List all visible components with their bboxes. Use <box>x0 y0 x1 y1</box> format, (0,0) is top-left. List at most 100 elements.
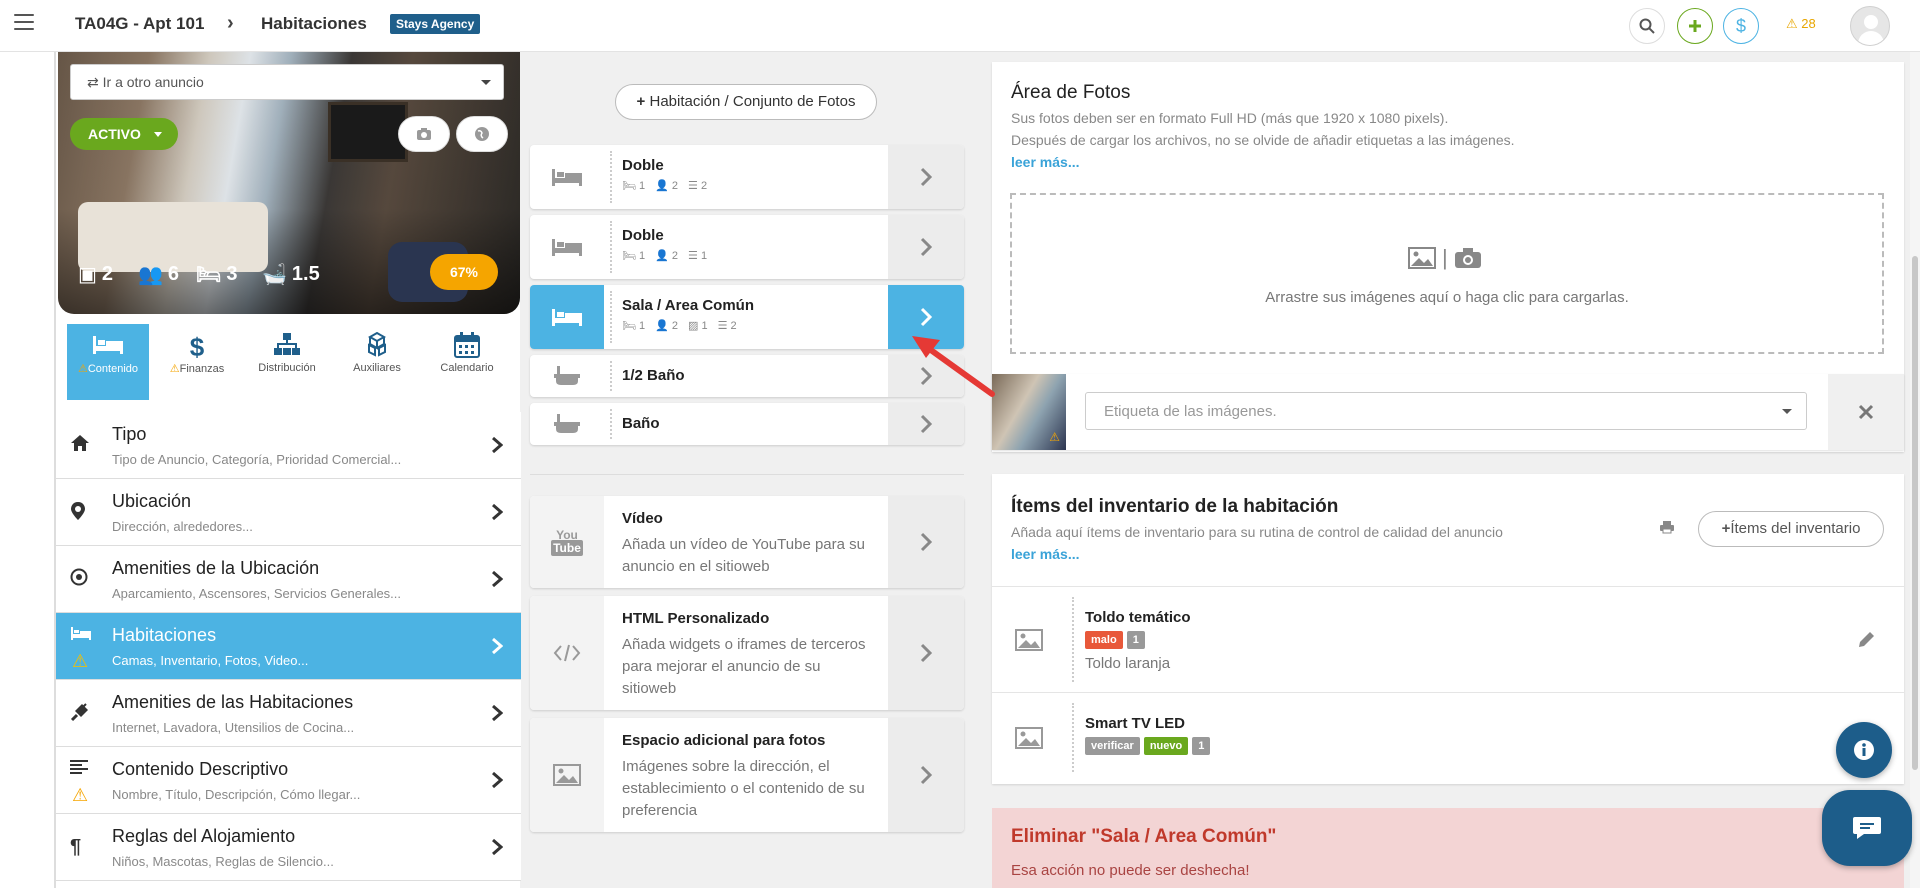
users-icon: 👥 <box>138 264 163 286</box>
room-item[interactable]: Doble 🛏 1 👤 2 ☰ 1 <box>530 215 964 279</box>
drag-handle[interactable] <box>610 221 614 273</box>
goto-listing-select[interactable]: ⇄ Ir a otro anuncio <box>70 64 504 100</box>
chevron-right-icon <box>491 503 504 526</box>
add-button[interactable] <box>1677 8 1713 44</box>
room-meta-beds: 🛏 1 <box>622 250 646 262</box>
open-room-button[interactable] <box>888 145 964 209</box>
module-tabs: ⚠Contenido $ ⚠Finanzas Distribución Auxi… <box>56 324 521 400</box>
photo-thumbnail[interactable]: ⚠ <box>992 374 1066 450</box>
bed-icon <box>552 239 582 256</box>
globe-icon <box>475 127 489 141</box>
inventory-item: Smart TV LED verificar nuevo 1 <box>992 692 1904 782</box>
photo-dropzone[interactable]: | Arrastre sus imágenes aquí o haga clic… <box>1010 193 1884 354</box>
tab-auxiliares[interactable]: Auxiliares <box>336 324 418 400</box>
image-tag-placeholder: Etiqueta de las imágenes. <box>1104 403 1277 420</box>
photos-read-more-link[interactable]: leer más... <box>1011 154 1080 170</box>
status-dropdown[interactable]: ACTIVO <box>70 118 178 150</box>
chevron-right-icon <box>920 167 933 187</box>
menu-item-contenido-descriptivo[interactable]: ⚠ Contenido Descriptivo Nombre, Título, … <box>56 747 521 814</box>
youtube-icon: You Tube <box>530 496 604 588</box>
bath-icon <box>554 414 580 433</box>
text-lines-icon <box>70 759 92 781</box>
hamburger-menu-icon[interactable] <box>14 14 34 30</box>
add-inventory-item-button[interactable]: +Ítems del inventario <box>1698 511 1884 547</box>
page-scrollbar[interactable] <box>1910 52 1920 888</box>
open-extra-photos-button[interactable] <box>888 718 964 832</box>
drag-handle[interactable] <box>610 361 614 391</box>
delete-room-panel: Eliminar "Sala / Area Común" Esa acción … <box>992 808 1904 888</box>
image-tag-select[interactable]: Etiqueta de las imágenes. <box>1085 392 1807 430</box>
camera-icon <box>417 128 431 140</box>
agency-badge: Stays Agency <box>390 14 481 34</box>
print-icon[interactable] <box>1659 520 1675 539</box>
code-icon <box>530 596 604 710</box>
chevron-right-icon <box>491 570 504 593</box>
drag-handle[interactable] <box>610 409 614 439</box>
completion-badge: 67% <box>430 254 498 290</box>
open-html-button[interactable] <box>888 596 964 710</box>
room-meta-guests: 👤 2 <box>655 320 679 332</box>
search-icon <box>1639 18 1655 34</box>
quantity-badge: 1 <box>1126 631 1145 649</box>
goto-listing-placeholder: Ir a otro anuncio <box>102 74 204 90</box>
edit-item-button[interactable] <box>1828 587 1904 692</box>
breadcrumb-section: Habitaciones <box>261 14 367 33</box>
open-room-button[interactable] <box>888 285 964 349</box>
camera-button[interactable] <box>398 116 450 152</box>
warning-icon: ⚠ <box>169 363 180 375</box>
remove-photo-button[interactable] <box>1828 374 1904 450</box>
tab-calendario[interactable]: Calendario <box>426 324 508 400</box>
user-avatar[interactable] <box>1850 6 1890 46</box>
drag-handle[interactable] <box>1072 597 1076 682</box>
menu-item-reglas[interactable]: ¶ Reglas del Alojamiento Niños, Mascotas… <box>56 814 521 881</box>
delete-title: Eliminar "Sala / Area Común" <box>1011 826 1277 847</box>
open-room-button[interactable] <box>888 355 964 397</box>
chevron-right-icon <box>491 838 504 861</box>
drag-handle[interactable] <box>610 291 614 343</box>
tab-contenido[interactable]: ⚠Contenido <box>67 324 149 400</box>
room-item-active[interactable]: Sala / Area Común 🛏 1 👤 2 ▨ 1 ☰ 2 <box>530 285 964 349</box>
add-room-button[interactable]: + Habitación / Conjunto de Fotos <box>615 84 877 120</box>
tab-distribucion[interactable]: Distribución <box>246 324 328 400</box>
condition-badge: nuevo <box>1143 737 1189 755</box>
chevron-right-icon <box>920 532 933 552</box>
chevron-right-icon <box>920 237 933 257</box>
menu-item-tipo[interactable]: Tipo Tipo de Anuncio, Categoría, Priorid… <box>56 412 521 479</box>
room-meta-items: ☰ 1 <box>688 250 708 262</box>
menu-item-habitaciones[interactable]: ⚠ Habitaciones Camas, Inventario, Fotos,… <box>56 613 521 680</box>
section-menu: Tipo Tipo de Anuncio, Categoría, Priorid… <box>56 412 521 881</box>
room-item[interactable]: 1/2 Baño <box>530 355 964 397</box>
close-icon <box>1858 404 1874 420</box>
finance-button[interactable]: $ <box>1723 8 1759 44</box>
status-label: ACTIVO <box>88 126 141 142</box>
inventory-read-more-link[interactable]: leer más... <box>1011 546 1080 562</box>
dropzone-text: Arrastre sus imágenes aquí o haga clic p… <box>1265 289 1629 306</box>
menu-item-amenities-habitaciones[interactable]: Amenities de las Habitaciones Internet, … <box>56 680 521 747</box>
room-item[interactable]: Doble 🛏 1 👤 2 ☰ 2 <box>530 145 964 209</box>
room-meta-beds: 🛏 1 <box>622 180 646 192</box>
warning-icon: ⚠ <box>77 363 88 375</box>
menu-item-amenities-ubicacion[interactable]: Amenities de la Ubicación Aparcamiento, … <box>56 546 521 613</box>
open-room-button[interactable] <box>888 403 964 445</box>
tab-finanzas[interactable]: $ ⚠Finanzas <box>156 324 238 400</box>
breadcrumb-listing[interactable]: TA04G - Apt 101 <box>75 14 204 34</box>
search-button[interactable] <box>1629 8 1665 44</box>
chat-button[interactable] <box>1822 790 1912 866</box>
open-room-button[interactable] <box>888 215 964 279</box>
extra-video[interactable]: You Tube Vídeo Añada un vídeo de YouTube … <box>530 496 964 588</box>
left-rail <box>0 52 55 888</box>
globe-button[interactable] <box>456 116 508 152</box>
photo-row: ⚠ Etiqueta de las imágenes. <box>992 374 1904 450</box>
extra-html[interactable]: HTML Personalizado Añada widgets o ifram… <box>530 596 964 710</box>
warnings-indicator[interactable]: ⚠ 28 <box>1786 16 1816 32</box>
room-item[interactable]: Baño <box>530 403 964 445</box>
drag-handle[interactable] <box>610 151 614 203</box>
drag-handle[interactable] <box>1072 703 1076 772</box>
chevron-right-icon <box>920 307 933 327</box>
warning-count: 28 <box>1801 16 1816 31</box>
open-video-button[interactable] <box>888 496 964 588</box>
info-button[interactable] <box>1836 722 1892 778</box>
warning-icon: ⚠ <box>72 651 89 671</box>
menu-item-ubicacion[interactable]: Ubicación Dirección, alrededores... <box>56 479 521 546</box>
extra-photos[interactable]: Espacio adicional para fotos Imágenes so… <box>530 718 964 832</box>
